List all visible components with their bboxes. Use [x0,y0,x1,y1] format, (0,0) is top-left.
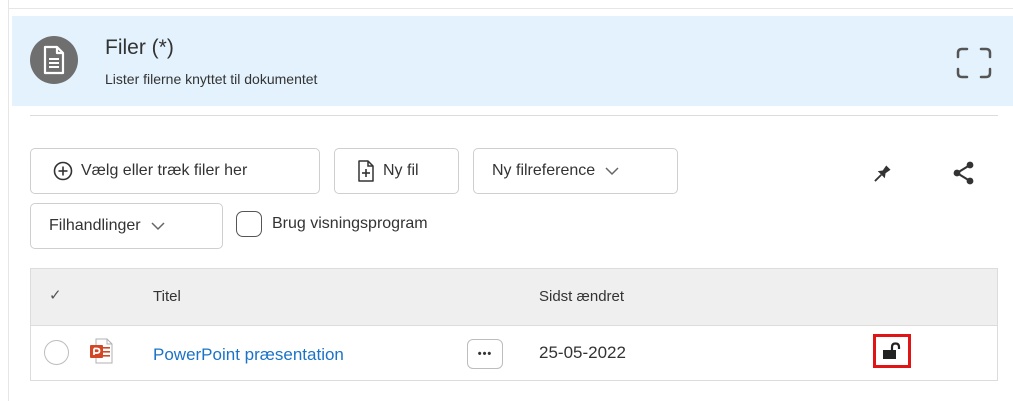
use-viewer-label: Brug visningsprogram [272,215,428,232]
column-header-modified[interactable]: Sidst ændret [539,288,624,305]
divider [30,115,998,116]
new-file-reference-dropdown[interactable]: Ny filreference [473,148,678,194]
more-icon: ••• [477,348,493,360]
more-actions-button[interactable]: ••• [467,339,503,369]
use-viewer-checkbox[interactable] [236,211,262,237]
row-select-checkbox[interactable] [44,340,69,365]
document-icon [30,36,78,84]
choose-files-label: Vælg eller træk filer her [81,162,248,179]
new-file-reference-label: Ny filreference [492,162,596,179]
column-header-title[interactable]: Titel [153,288,181,305]
choose-files-button[interactable]: Vælg eller træk filer her [30,148,320,194]
chevron-down-icon [151,221,165,231]
unlocked-icon [883,342,901,359]
file-actions-dropdown[interactable]: Filhandlinger [30,203,223,249]
unlocked-icon-highlight[interactable] [873,334,911,368]
powerpoint-icon [90,338,113,364]
expand-icon[interactable] [954,45,994,81]
files-header: Filer (*) Lister filerne knyttet til dok… [12,16,1013,106]
table-header: ✓ Titel Sidst ændret [31,269,997,326]
use-viewer-option[interactable]: Brug visningsprogram [236,211,428,237]
pin-icon[interactable] [870,162,894,186]
page-subtitle: Lister filerne knyttet til dokumentet [105,71,318,87]
new-file-label: Ny fil [383,162,419,179]
select-all-check[interactable]: ✓ [49,286,62,304]
panel-left-border [8,0,9,401]
table-row: PowerPoint præsentation ••• 25-05-2022 [31,326,997,380]
page-title: Filer (*) [105,36,174,59]
new-file-icon [357,160,375,182]
files-table: ✓ Titel Sidst ændret PowerPoint præsenta… [30,268,998,381]
share-icon[interactable] [951,160,977,186]
file-title-link[interactable]: PowerPoint præsentation [153,345,344,365]
file-modified-date: 25-05-2022 [539,343,626,362]
panel-top-border [8,8,1013,9]
chevron-down-icon [605,166,619,176]
new-file-button[interactable]: Ny fil [334,148,459,194]
plus-circle-icon [53,161,73,181]
file-actions-label: Filhandlinger [49,217,141,234]
